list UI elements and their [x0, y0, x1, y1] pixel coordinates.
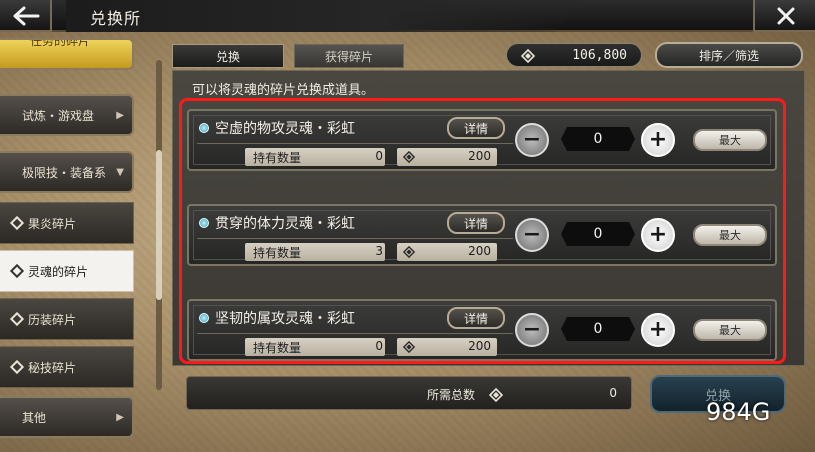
total-bar: 所需总数 0	[186, 376, 632, 410]
page-title: 兑换所	[90, 9, 142, 28]
sidebar-item-costume-shards[interactable]: 历装碎片	[0, 298, 134, 340]
sidebar-item-soul-shards[interactable]: 灵魂的碎片	[0, 250, 134, 292]
sidebar-item-label: 历装碎片	[28, 312, 77, 327]
sidebar-item-label: 灵魂的碎片	[28, 264, 89, 279]
chevron-right-icon: ▶	[116, 110, 124, 121]
top-bar: 兑换所	[0, 0, 815, 32]
sidebar-item-label: 试炼・游戏盘	[22, 108, 95, 123]
sidebar-item-top[interactable]: 任务的碎片	[0, 38, 134, 70]
currency-display: 106,800	[506, 43, 642, 67]
sidebar-item-label: 秘技碎片	[28, 360, 77, 375]
sidebar-item-secret-shards[interactable]: 秘技碎片	[0, 346, 134, 388]
sidebar-item-label: 任务的碎片	[30, 38, 91, 48]
sidebar-item-fruit-shards[interactable]: 果炎碎片	[0, 202, 134, 244]
sidebar-item-label: 极限技・装备系	[22, 165, 107, 180]
diamond-icon	[9, 311, 25, 327]
sidebar-item-label: 果炎碎片	[28, 216, 77, 231]
currency-value: 106,800	[572, 48, 627, 63]
diamond-icon	[9, 263, 25, 279]
sidebar-item-trial[interactable]: 试炼・游戏盘 ▶	[0, 94, 134, 136]
sidebar: 任务的碎片 试炼・游戏盘 ▶ 极限技・装备系 ▼ 果炎碎片 灵魂的碎片 历装碎片…	[0, 38, 162, 452]
sidebar-item-other[interactable]: 其他 ▶	[0, 396, 134, 438]
arrow-left-icon	[13, 6, 40, 26]
tab-obtain-shards[interactable]: 获得碎片	[294, 44, 404, 68]
highlight-box	[179, 98, 786, 364]
diamond-icon	[9, 215, 25, 231]
diamond-icon	[9, 359, 25, 375]
gem-icon	[489, 388, 503, 402]
total-label: 所需总数	[427, 388, 476, 402]
title-decoration	[66, 0, 586, 32]
tab-exchange[interactable]: 兑换	[172, 44, 284, 68]
back-button[interactable]	[0, 0, 52, 32]
sort-filter-button[interactable]: 排序／筛选	[655, 42, 803, 68]
watermark-text: 984G	[706, 398, 771, 426]
gem-icon	[521, 49, 535, 63]
sidebar-item-limit-equip[interactable]: 极限技・装备系 ▼	[0, 151, 134, 193]
total-value: 0	[609, 386, 617, 400]
chevron-down-icon: ▼	[116, 167, 124, 178]
sidebar-scroll-thumb[interactable]	[156, 150, 162, 300]
sidebar-item-label: 其他	[22, 410, 47, 425]
close-button[interactable]	[753, 0, 815, 32]
close-icon	[777, 7, 795, 25]
hint-text: 可以将灵魂的碎片兑换成道具。	[192, 83, 375, 98]
chevron-right-icon: ▶	[116, 412, 124, 423]
